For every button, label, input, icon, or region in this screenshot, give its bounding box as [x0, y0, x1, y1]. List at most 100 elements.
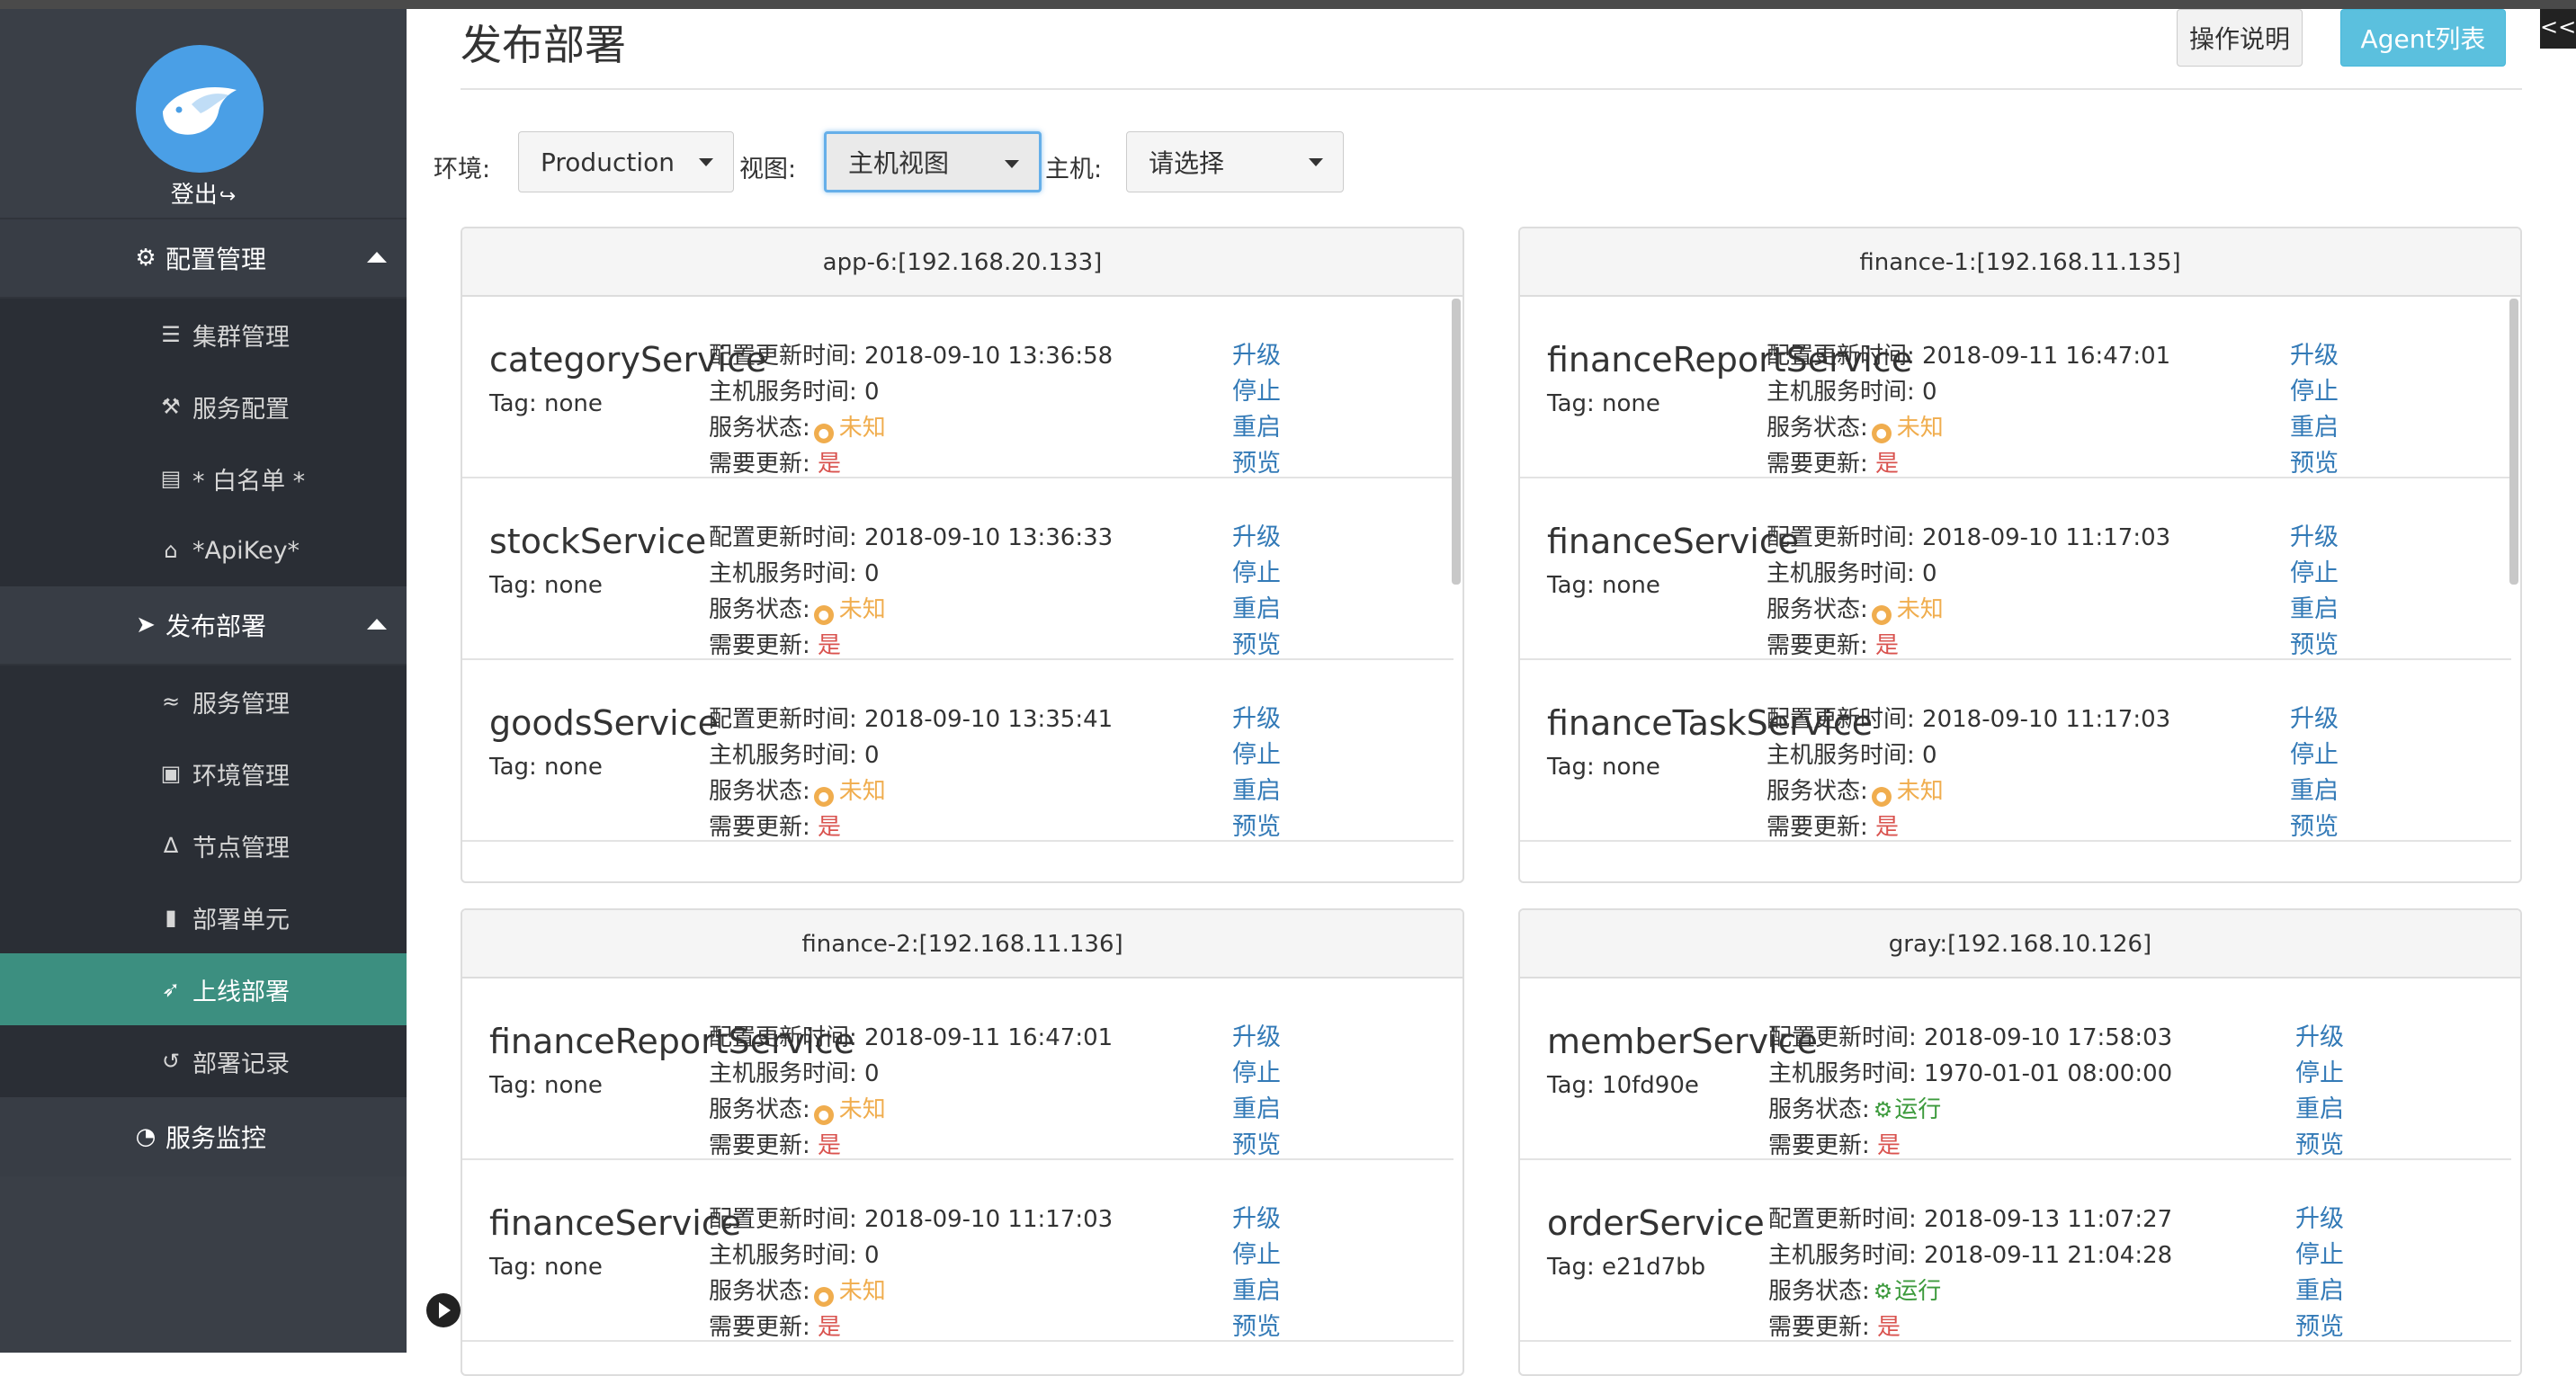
sidebar-item-node-mgmt[interactable]: ∆ 节点管理: [0, 809, 407, 881]
stop-link[interactable]: 停止: [2290, 374, 2339, 410]
panel-scrollbar[interactable]: [2509, 299, 2518, 585]
restart-link[interactable]: 重启: [2290, 410, 2339, 446]
sidebar-item-service-mgmt[interactable]: ≈ 服务管理: [0, 666, 407, 737]
restart-link[interactable]: 重启: [2290, 592, 2339, 628]
tag-label: Tag:: [489, 1254, 537, 1281]
service-tag: Tag: none: [489, 754, 603, 781]
need-update-line: 需要更新: 是: [709, 809, 1113, 845]
preview-link[interactable]: 预览: [1232, 1128, 1281, 1164]
stop-link[interactable]: 停止: [1232, 1238, 1281, 1273]
view-select[interactable]: 主机视图: [824, 131, 1042, 192]
updated-value: 2018-09-10 11:17:03: [864, 1206, 1114, 1233]
sidebar-item-service-config[interactable]: ⚒ 服务配置: [0, 371, 407, 442]
upgrade-link[interactable]: 升级: [2290, 701, 2339, 737]
upgrade-link[interactable]: 升级: [2295, 1020, 2344, 1056]
preview-link[interactable]: 预览: [2290, 809, 2339, 845]
collapse-icon[interactable]: <<: [2540, 9, 2576, 49]
host-time-line: 主机服务时间: 1970-01-01 08:00:00: [1768, 1056, 2172, 1092]
status-line: 服务状态: ● 未知: [709, 1092, 1113, 1128]
status-label: 服务状态:: [1767, 778, 1868, 805]
preview-link[interactable]: 预览: [2295, 1128, 2344, 1164]
wrench-icon: ⚒: [161, 394, 181, 419]
menu-group-config[interactable]: ⚙ 配置管理: [0, 219, 407, 299]
sidebar-item-env-mgmt[interactable]: ▣ 环境管理: [0, 737, 407, 809]
sidebar-item-label: 服务配置: [192, 395, 290, 424]
status-label: 服务状态:: [709, 778, 810, 805]
service-actions: 升级 停止 重启 预览: [2290, 338, 2339, 482]
host-select[interactable]: 请选择: [1126, 131, 1344, 192]
upgrade-link[interactable]: 升级: [2295, 1202, 2344, 1238]
rocket-icon: ➶: [161, 977, 181, 1002]
updated-line: 配置更新时间: 2018-09-10 11:17:03: [1767, 520, 2170, 556]
host-panel-title: app-6:[192.168.20.133]: [462, 228, 1462, 297]
restart-link[interactable]: 重启: [1232, 1273, 1281, 1309]
restart-link[interactable]: 重启: [1232, 592, 1281, 628]
stop-link[interactable]: 停止: [2295, 1238, 2344, 1273]
agent-list-button[interactable]: Agent列表: [2340, 9, 2506, 67]
service-name: stockService: [489, 522, 707, 561]
service-actions: 升级 停止 重启 预览: [1232, 701, 1281, 845]
updated-label: 配置更新时间:: [709, 1024, 857, 1051]
restart-link[interactable]: 重启: [2295, 1092, 2344, 1128]
upgrade-link[interactable]: 升级: [1232, 338, 1281, 374]
host-time-line: 主机服务时间: 0: [709, 556, 1113, 592]
host-time-line: 主机服务时间: 0: [1767, 556, 2170, 592]
service-row: goodsService Tag: none 配置更新时间: 2018-09-1…: [462, 660, 1453, 842]
stop-link[interactable]: 停止: [2290, 737, 2339, 773]
sidebar-item-deploy-history[interactable]: ↺ 部署记录: [0, 1025, 407, 1097]
stop-link[interactable]: 停止: [1232, 374, 1281, 410]
preview-link[interactable]: 预览: [1232, 628, 1281, 664]
stop-link[interactable]: 停止: [1232, 737, 1281, 773]
help-button[interactable]: 操作说明: [2177, 9, 2303, 67]
sidebar-item-deploy-unit[interactable]: ▮ 部署单元: [0, 881, 407, 953]
unlock-icon: ⌂: [164, 538, 178, 563]
logout-link[interactable]: 登出↪: [0, 176, 407, 210]
menu-item-monitor[interactable]: ◔ 服务监控: [0, 1097, 407, 1176]
sidebar-item-cluster[interactable]: ☰ 集群管理: [0, 299, 407, 371]
unknown-status-icon: ●: [813, 1105, 834, 1125]
service-info: 配置更新时间: 2018-09-13 11:07:27 主机服务时间: 2018…: [1768, 1202, 2172, 1345]
upgrade-link[interactable]: 升级: [2290, 338, 2339, 374]
menu-group-deploy[interactable]: ➤ 发布部署: [0, 586, 407, 666]
preview-link[interactable]: 预览: [1232, 809, 1281, 845]
stop-link[interactable]: 停止: [2290, 556, 2339, 592]
preview-link[interactable]: 预览: [2295, 1309, 2344, 1345]
window-top-strip: [0, 0, 2576, 9]
upgrade-link[interactable]: 升级: [1232, 701, 1281, 737]
stop-link[interactable]: 停止: [1232, 1056, 1281, 1092]
restart-link[interactable]: 重启: [1232, 773, 1281, 809]
preview-link[interactable]: 预览: [1232, 446, 1281, 482]
upgrade-link[interactable]: 升级: [1232, 1020, 1281, 1056]
main-content: 发布部署 操作说明 Agent列表 << 环境: Production 视图: …: [407, 9, 2576, 1376]
host-panel: gray:[192.168.10.126] memberService Tag:…: [1518, 908, 2522, 1376]
preview-link[interactable]: 预览: [2290, 628, 2339, 664]
archive-icon: ▣: [160, 761, 182, 786]
preview-link[interactable]: 预览: [2290, 446, 2339, 482]
tag-value: none: [544, 572, 603, 599]
sidebar-item-label: *ApiKey*: [192, 536, 300, 565]
status-label: 服务状态:: [1767, 415, 1868, 442]
upgrade-link[interactable]: 升级: [2290, 520, 2339, 556]
sidebar-item-label: * 白名单 *: [192, 467, 306, 496]
sidebar-item-apikey[interactable]: ⌂ *ApiKey*: [0, 514, 407, 586]
panel-scrollbar[interactable]: [1452, 299, 1461, 585]
env-select-value: Production: [541, 147, 675, 177]
preview-link[interactable]: 预览: [1232, 1309, 1281, 1345]
env-select[interactable]: Production: [518, 131, 734, 192]
unknown-status-icon: ●: [813, 424, 834, 443]
status-value: 未知: [838, 415, 886, 442]
restart-link[interactable]: 重启: [1232, 1092, 1281, 1128]
restart-link[interactable]: 重启: [1232, 410, 1281, 446]
service-row: financeReportService Tag: none 配置更新时间: 2…: [1520, 297, 2511, 478]
view-label: 视图:: [739, 156, 797, 183]
service-name: goodsService: [489, 703, 719, 743]
restart-link[interactable]: 重启: [2295, 1273, 2344, 1309]
upgrade-link[interactable]: 升级: [1232, 520, 1281, 556]
status-line: 服务状态: ⚙运行: [1768, 1273, 2172, 1309]
sidebar-item-whitelist[interactable]: ▤ * 白名单 *: [0, 442, 407, 514]
stop-link[interactable]: 停止: [2295, 1056, 2344, 1092]
stop-link[interactable]: 停止: [1232, 556, 1281, 592]
sidebar-item-go-live[interactable]: ➶ 上线部署: [0, 953, 407, 1025]
upgrade-link[interactable]: 升级: [1232, 1202, 1281, 1238]
restart-link[interactable]: 重启: [2290, 773, 2339, 809]
